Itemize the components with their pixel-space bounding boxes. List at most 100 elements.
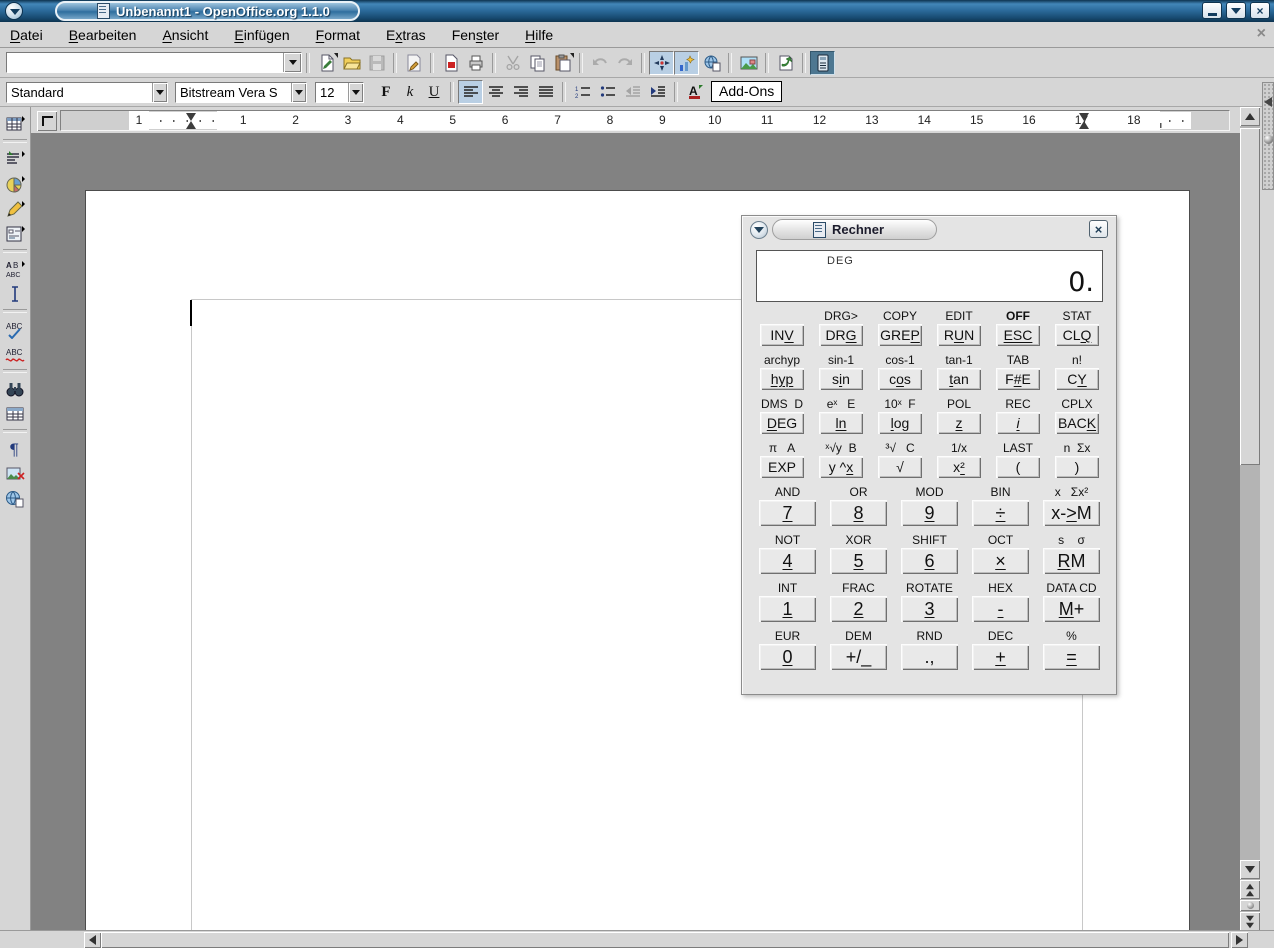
font-size-input[interactable]	[316, 83, 348, 102]
next-page-button[interactable]	[1240, 912, 1260, 931]
calculator-key[interactable]: BACK	[1055, 412, 1099, 434]
font-color-button[interactable]: A	[682, 80, 707, 104]
menu-item[interactable]: Datei	[10, 27, 43, 43]
window-titlebar[interactable]: Unbenannt1 - OpenOffice.org 1.1.0 ×	[0, 0, 1274, 22]
spellcheck-button[interactable]: ABC	[2, 316, 28, 341]
calculator-key[interactable]: +	[972, 644, 1029, 670]
stylist-toggle-button[interactable]	[674, 51, 699, 75]
calculator-key[interactable]: CY	[1055, 368, 1099, 390]
calculator-key[interactable]: DRG	[819, 324, 863, 346]
calculator-key[interactable]: i	[996, 412, 1040, 434]
nonprinting-characters-button[interactable]: ¶	[2, 436, 28, 461]
insert-fields-button[interactable]	[2, 146, 28, 171]
previous-page-button[interactable]	[1240, 880, 1260, 899]
calculator-key[interactable]: hyp	[760, 368, 804, 390]
calculator-key[interactable]: 9	[901, 500, 958, 526]
window-menu-button[interactable]	[5, 2, 23, 20]
paragraph-style-combobox[interactable]	[6, 82, 168, 103]
calculator-key[interactable]: ESC	[996, 324, 1040, 346]
justify-button[interactable]	[533, 80, 558, 104]
calculator-key[interactable]: -	[972, 596, 1029, 622]
vertical-scrollbar-thumb[interactable]	[1240, 128, 1260, 465]
scroll-up-button[interactable]	[1240, 107, 1260, 126]
auto-spellcheck-button[interactable]: ABC	[2, 341, 28, 366]
calculator-key[interactable]: 1	[759, 596, 816, 622]
graphics-toggle-button[interactable]	[2, 461, 28, 486]
menu-item[interactable]: Format	[316, 27, 360, 43]
paragraph-style-input[interactable]	[7, 83, 152, 102]
horizontal-ruler[interactable]: 1 123456789101112131415161718	[60, 110, 1230, 131]
calculator-key[interactable]: 7	[759, 500, 816, 526]
align-center-button[interactable]	[483, 80, 508, 104]
new-document-button[interactable]	[314, 51, 339, 75]
calculator-key[interactable]: .,	[901, 644, 958, 670]
calculator-key[interactable]: x ²	[937, 456, 981, 478]
url-combobox[interactable]	[6, 52, 302, 73]
calculator-key[interactable]: RM	[1043, 548, 1100, 574]
calculator-addon-button[interactable]	[810, 51, 835, 75]
scroll-down-button[interactable]	[1240, 860, 1260, 879]
style-dropdown-arrow-icon[interactable]	[152, 83, 167, 102]
calculator-key[interactable]: z	[937, 412, 981, 434]
calculator-titlebar[interactable]: Rechner ×	[742, 216, 1116, 244]
url-dropdown-arrow-icon[interactable]	[283, 53, 301, 72]
bullet-list-button[interactable]	[595, 80, 620, 104]
horizontal-scrollbar[interactable]	[0, 930, 1274, 948]
url-input[interactable]	[7, 53, 283, 72]
close-document-icon[interactable]: ×	[1257, 25, 1266, 43]
scroll-right-button[interactable]	[1231, 932, 1248, 948]
italic-button[interactable]: k	[398, 81, 422, 103]
scroll-knob[interactable]	[1264, 135, 1273, 144]
calculator-key[interactable]: =	[1043, 644, 1100, 670]
paste-button[interactable]	[550, 51, 575, 75]
calculator-key[interactable]: 4	[759, 548, 816, 574]
calculator-key[interactable]: 6	[901, 548, 958, 574]
calculator-key[interactable]: RUN	[937, 324, 981, 346]
calculator-key[interactable]: 5	[830, 548, 887, 574]
online-layout-button[interactable]	[2, 486, 28, 511]
indent-marker-bottom-icon[interactable]	[186, 121, 196, 129]
horizontal-scrollbar-thumb[interactable]	[101, 932, 1229, 948]
autotext-button[interactable]: ABABC	[2, 256, 28, 281]
calculator-key[interactable]: INV	[760, 324, 804, 346]
gallery-button[interactable]	[736, 51, 761, 75]
font-name-input[interactable]	[176, 83, 291, 102]
draw-functions-button[interactable]	[2, 196, 28, 221]
calculator-close-button[interactable]: ×	[1089, 220, 1108, 238]
menu-item[interactable]: Extras	[386, 27, 426, 43]
calculator-key[interactable]: GREP	[878, 324, 922, 346]
vertical-scrollbar[interactable]	[1240, 107, 1260, 930]
direct-cursor-button[interactable]	[2, 281, 28, 306]
print-file-button[interactable]	[463, 51, 488, 75]
insert-table-button[interactable]	[2, 111, 28, 136]
calculator-key[interactable]: ÷	[972, 500, 1029, 526]
calculator-key[interactable]: sin	[819, 368, 863, 390]
calculator-key[interactable]: √	[878, 456, 922, 478]
tab-selector-button[interactable]	[37, 111, 57, 131]
calculator-key[interactable]: M+	[1043, 596, 1100, 622]
calculator-key[interactable]: log	[878, 412, 922, 434]
align-right-button[interactable]	[508, 80, 533, 104]
font-name-combobox[interactable]	[175, 82, 307, 103]
menu-item[interactable]: Bearbeiten	[69, 27, 137, 43]
bold-button[interactable]: F	[374, 81, 398, 103]
navigator-toggle-button[interactable]	[649, 51, 674, 75]
calculator-key[interactable]: F#E	[996, 368, 1040, 390]
calculator-key[interactable]: (	[996, 456, 1040, 478]
data-sources-button[interactable]	[2, 401, 28, 426]
calculator-key[interactable]: cos	[878, 368, 922, 390]
calculator-key[interactable]: tan	[937, 368, 981, 390]
toolbar-scroll-strip[interactable]	[1262, 82, 1274, 190]
open-document-button[interactable]	[339, 51, 364, 75]
export-pdf-button[interactable]	[438, 51, 463, 75]
calculator-key[interactable]: 0	[759, 644, 816, 670]
indent-marker-top-icon[interactable]	[186, 113, 196, 121]
right-indent-marker-bottom-icon[interactable]	[1079, 121, 1089, 129]
font-dropdown-arrow-icon[interactable]	[291, 83, 306, 102]
calculator-key[interactable]: CLQ	[1055, 324, 1099, 346]
minimize-button[interactable]	[1202, 2, 1222, 19]
calculator-key[interactable]: EXP	[760, 456, 804, 478]
menu-item[interactable]: Hilfe	[525, 27, 553, 43]
right-indent-marker-top-icon[interactable]	[1079, 113, 1089, 121]
calculator-key[interactable]: y ^ x	[819, 456, 863, 478]
